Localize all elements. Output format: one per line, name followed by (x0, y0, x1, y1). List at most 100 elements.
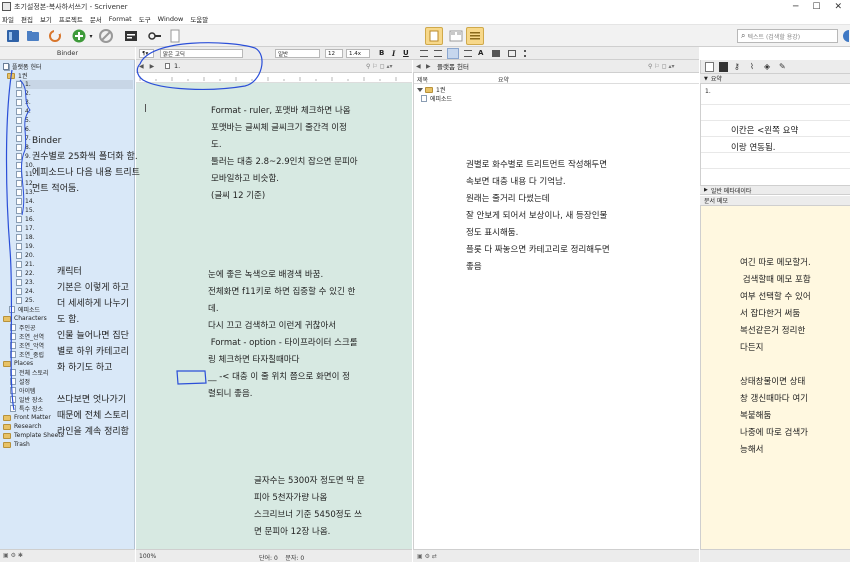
menu-format[interactable]: Format (109, 15, 132, 23)
binder-item-chapter[interactable]: 15. (16, 206, 35, 215)
binder-item-characters[interactable]: Characters (3, 314, 47, 323)
binder-item-chapter[interactable]: 4. (16, 107, 31, 116)
view-single-button[interactable] (425, 27, 443, 45)
underline-button[interactable]: U (403, 48, 409, 58)
align-justify-icon[interactable] (447, 48, 459, 59)
binder-item-character[interactable]: 조연_악역 (10, 341, 44, 350)
binder-item-character[interactable]: 조연_선역 (10, 332, 44, 341)
zoom-select[interactable]: 100% (139, 553, 156, 560)
binder-item-places[interactable]: Places (3, 359, 33, 368)
binder-item-place[interactable]: 아이템 (10, 386, 36, 395)
menu-window[interactable]: Window (158, 15, 184, 23)
binder-item-volume[interactable]: 1권 (7, 71, 27, 80)
binder-item-chapter[interactable]: 5. (16, 116, 31, 125)
outliner-header-icons[interactable]: ⚲ ⚐ ◻ ▴▾ (648, 63, 675, 70)
binder-item-place[interactable]: 일반 장소 (10, 395, 43, 404)
sync-button[interactable] (46, 27, 64, 45)
binder-item-chapter[interactable]: 1. (16, 80, 133, 89)
help-button[interactable] (843, 30, 849, 42)
italic-button[interactable]: I (392, 48, 395, 58)
collections-button[interactable] (24, 27, 42, 45)
binder-item-root[interactable]: 플랫폼 헌터 (3, 62, 42, 71)
table-icon[interactable] (508, 50, 516, 57)
binder-item-research[interactable]: Research (3, 422, 42, 431)
menu-tools[interactable]: 도구 (139, 14, 151, 24)
binder-item-place[interactable]: 특수 장소 (10, 404, 43, 413)
notes-header[interactable]: 문서 메모 (700, 196, 850, 206)
binder-item-chapter[interactable]: 23. (16, 278, 35, 287)
delete-button[interactable] (97, 27, 115, 45)
align-center-icon[interactable] (434, 50, 442, 57)
binder-item-chapter[interactable]: 7. (16, 134, 31, 143)
binder-item-chapter[interactable]: 25. (16, 296, 35, 305)
snapshot-icon[interactable]: ◈ (764, 62, 770, 71)
binder-item-chapter[interactable]: 3. (16, 98, 31, 107)
binder-item-trash[interactable]: Trash (3, 440, 30, 449)
binder-item-episode[interactable]: 에피소드 (9, 305, 40, 314)
inspector-edit-button[interactable] (146, 27, 164, 45)
binder-item-place[interactable]: 설정 (10, 377, 30, 386)
align-right-icon[interactable] (464, 50, 472, 57)
binder-item-character[interactable]: 조연_중립 (10, 350, 44, 359)
binder-item-chapter[interactable]: 9. (16, 152, 31, 161)
add-dropdown-button[interactable]: ▾ (87, 27, 95, 45)
binder-item-chapter[interactable]: 18. (16, 233, 35, 242)
binder-item-chapter[interactable]: 22. (16, 269, 35, 278)
binder-item-chapter[interactable]: 17. (16, 224, 35, 233)
bookmarks-tab-icon[interactable] (719, 62, 728, 72)
menu-help[interactable]: 도움말 (190, 14, 208, 24)
menu-document[interactable]: 문서 (90, 14, 102, 24)
binder-item-chapter[interactable]: 21. (16, 260, 35, 269)
binder-item-place[interactable]: 전체 스토리 (10, 368, 49, 377)
close-icon[interactable]: ✕ (834, 2, 842, 12)
binder-item-front-matter[interactable]: Front Matter (3, 413, 51, 422)
font-select[interactable]: 맑은 고딕 (160, 49, 243, 58)
font-size-select[interactable]: 12 (325, 49, 343, 58)
back-arrow-icon[interactable]: ◀ (416, 63, 421, 70)
binder-item-character[interactable]: 주인공 (10, 323, 36, 332)
notes-tab-icon[interactable] (705, 62, 714, 72)
binder-item-template-sheets[interactable]: Template Sheets (3, 431, 64, 440)
metadata-header[interactable]: ▶ 일반 메타데이타 (700, 185, 850, 195)
forward-arrow-icon[interactable]: ▶ (426, 63, 431, 70)
text-color-icon[interactable]: A (478, 48, 483, 58)
menu-file[interactable]: 파일 (2, 14, 14, 24)
editor-header-icons[interactable]: ⚲ ⚐ ◻ ▴▾ (366, 63, 393, 70)
menu-edit[interactable]: 편집 (21, 14, 33, 24)
binder-item-chapter[interactable]: 16. (16, 215, 35, 224)
menu-view[interactable]: 보기 (40, 14, 52, 24)
line-spacing-select[interactable]: 1.4x (346, 49, 370, 58)
binder-item-chapter[interactable]: 20. (16, 251, 35, 260)
minimize-icon[interactable]: ─ (793, 2, 798, 12)
paragraph-style-select[interactable]: ¶▾ (139, 49, 154, 58)
outliner-row[interactable]: 1권 (417, 85, 445, 94)
paperclip-icon[interactable]: ⌇ (750, 62, 754, 71)
maximize-icon[interactable]: ☐ (812, 2, 820, 12)
binder-item-chapter[interactable]: 8. (16, 143, 31, 152)
comments-icon[interactable]: ✎ (779, 62, 786, 71)
synopsis-header[interactable]: ▼ 요약 (700, 74, 850, 84)
binder-item-chapter[interactable]: 24. (16, 287, 35, 296)
list-icon[interactable] (524, 50, 532, 57)
footer-icons[interactable]: ▣ ⚙ ⇄ (417, 553, 437, 560)
binder-item-chapter[interactable]: 2. (16, 89, 31, 98)
font-style-select[interactable]: 일반 (275, 49, 320, 58)
menu-project[interactable]: 프로젝트 (59, 14, 83, 24)
ruler[interactable] (136, 73, 412, 83)
bold-button[interactable]: B (379, 48, 384, 58)
align-left-icon[interactable] (420, 50, 428, 57)
view-outliner-button[interactable] (466, 27, 484, 45)
highlight-icon[interactable] (492, 50, 500, 57)
binder-item-chapter[interactable]: 6. (16, 125, 31, 134)
key-icon[interactable]: ⚷ (734, 62, 740, 71)
back-arrow-icon[interactable]: ◀ (139, 63, 144, 70)
footer-icons[interactable]: ▣ ⚙ ✱ (3, 552, 23, 559)
binder-item-chapter[interactable]: 19. (16, 242, 35, 251)
compile-button[interactable] (122, 27, 140, 45)
forward-arrow-icon[interactable]: ▶ (150, 63, 155, 70)
add-button[interactable] (70, 27, 88, 45)
view-corkboard-button[interactable] (447, 27, 465, 45)
snapshot-button[interactable] (166, 27, 184, 45)
binder-toggle-button[interactable] (4, 27, 22, 45)
binder-item-chapter[interactable]: 14. (16, 197, 35, 206)
